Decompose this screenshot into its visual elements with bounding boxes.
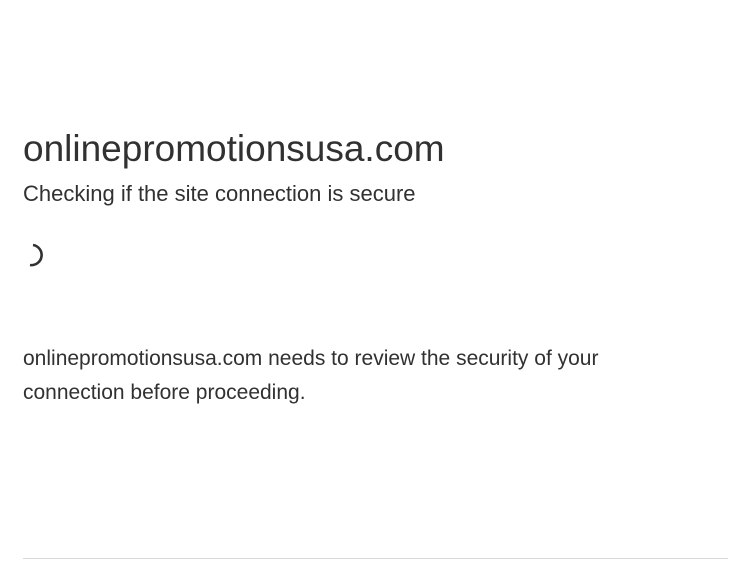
loading-spinner-icon <box>25 240 55 270</box>
loading-spinner-arc <box>29 243 43 267</box>
security-review-message: onlinepromotionsusa.com needs to review … <box>23 347 599 404</box>
site-title: onlinepromotionsusa.com <box>23 128 445 169</box>
footer-divider <box>23 558 728 559</box>
status-heading: Checking if the site connection is secur… <box>23 181 416 206</box>
